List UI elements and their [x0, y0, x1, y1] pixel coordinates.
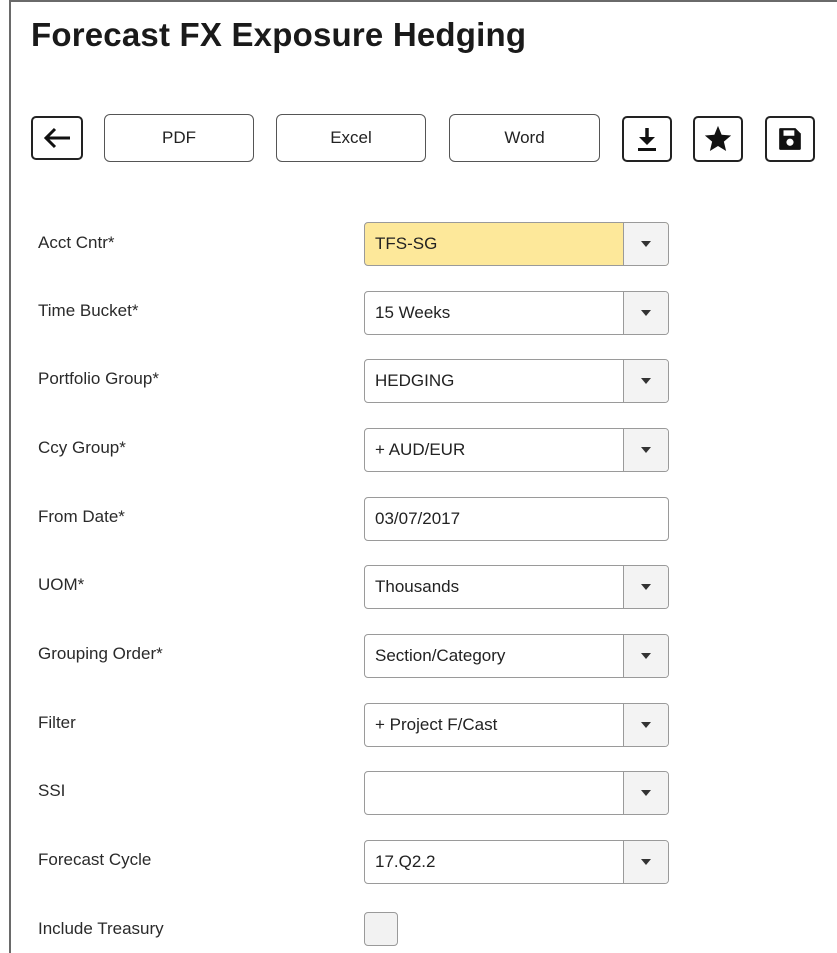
time-bucket-label: Time Bucket*	[38, 301, 139, 320]
uom-select[interactable]: Thousands	[364, 565, 669, 609]
ccy-group-value: + AUD/EUR	[375, 440, 466, 459]
chevron-down-icon	[641, 859, 651, 865]
excel-button[interactable]: Excel	[276, 114, 426, 162]
arrow-left-icon	[43, 127, 70, 149]
uom-value: Thousands	[375, 577, 460, 596]
portfolio-group-value: HEDGING	[375, 371, 455, 390]
time-bucket-select[interactable]: 15 Weeks	[364, 291, 669, 335]
pdf-button[interactable]: PDF	[104, 114, 254, 162]
page-title: Forecast FX Exposure Hedging	[31, 16, 527, 53]
word-button-label: Word	[504, 128, 545, 147]
include-treasury-label: Include Treasury	[38, 919, 164, 938]
grouping-order-dropdown-button[interactable]	[623, 635, 668, 677]
filter-dropdown-button[interactable]	[623, 704, 668, 746]
from-date-field[interactable]	[364, 497, 669, 541]
ccy-group-select[interactable]: + AUD/EUR	[364, 428, 669, 472]
portfolio-group-label: Portfolio Group*	[38, 369, 159, 388]
chevron-down-icon	[641, 584, 651, 590]
star-icon	[704, 125, 732, 151]
time-bucket-value: 15 Weeks	[375, 303, 451, 322]
filter-label: Filter	[38, 713, 76, 732]
filter-select[interactable]: + Project F/Cast	[364, 703, 669, 747]
ccy-group-label: Ccy Group*	[38, 438, 126, 457]
acct-cntr-label: Acct Cntr*	[38, 233, 115, 252]
chevron-down-icon	[641, 241, 651, 247]
chevron-down-icon	[641, 790, 651, 796]
ssi-label: SSI	[38, 781, 66, 800]
floppy-disk-icon	[779, 128, 801, 150]
portfolio-group-select[interactable]: HEDGING	[364, 359, 669, 403]
ccy-group-dropdown-button[interactable]	[623, 429, 668, 471]
word-button[interactable]: Word	[449, 114, 600, 162]
acct-cntr-value: TFS-SG	[375, 234, 438, 253]
grouping-order-value: Section/Category	[375, 646, 506, 665]
pdf-button-label: PDF	[162, 128, 196, 147]
download-button[interactable]	[622, 116, 672, 162]
excel-button-label: Excel	[330, 128, 372, 147]
forecast-cycle-value: 17.Q2.2	[375, 852, 436, 871]
chevron-down-icon	[641, 653, 651, 659]
ssi-dropdown-button[interactable]	[623, 772, 668, 814]
favorite-button[interactable]	[693, 116, 743, 162]
portfolio-group-dropdown-button[interactable]	[623, 360, 668, 402]
chevron-down-icon	[641, 310, 651, 316]
acct-cntr-select[interactable]: TFS-SG	[364, 222, 669, 266]
time-bucket-dropdown-button[interactable]	[623, 292, 668, 334]
forecast-cycle-dropdown-button[interactable]	[623, 841, 668, 883]
from-date-label: From Date*	[38, 507, 125, 526]
grouping-order-label: Grouping Order*	[38, 644, 163, 663]
chevron-down-icon	[641, 722, 651, 728]
acct-cntr-dropdown-button[interactable]	[623, 223, 668, 265]
chevron-down-icon	[641, 447, 651, 453]
back-button[interactable]	[31, 116, 83, 160]
forecast-cycle-label: Forecast Cycle	[38, 850, 152, 869]
include-treasury-checkbox[interactable]	[364, 912, 398, 946]
forecast-cycle-select[interactable]: 17.Q2.2	[364, 840, 669, 884]
uom-dropdown-button[interactable]	[623, 566, 668, 608]
grouping-order-select[interactable]: Section/Category	[364, 634, 669, 678]
uom-label: UOM*	[38, 575, 85, 594]
download-icon	[638, 128, 656, 151]
save-button[interactable]	[765, 116, 815, 162]
filter-value: + Project F/Cast	[375, 715, 498, 734]
chevron-down-icon	[641, 378, 651, 384]
ssi-select[interactable]	[364, 771, 669, 815]
